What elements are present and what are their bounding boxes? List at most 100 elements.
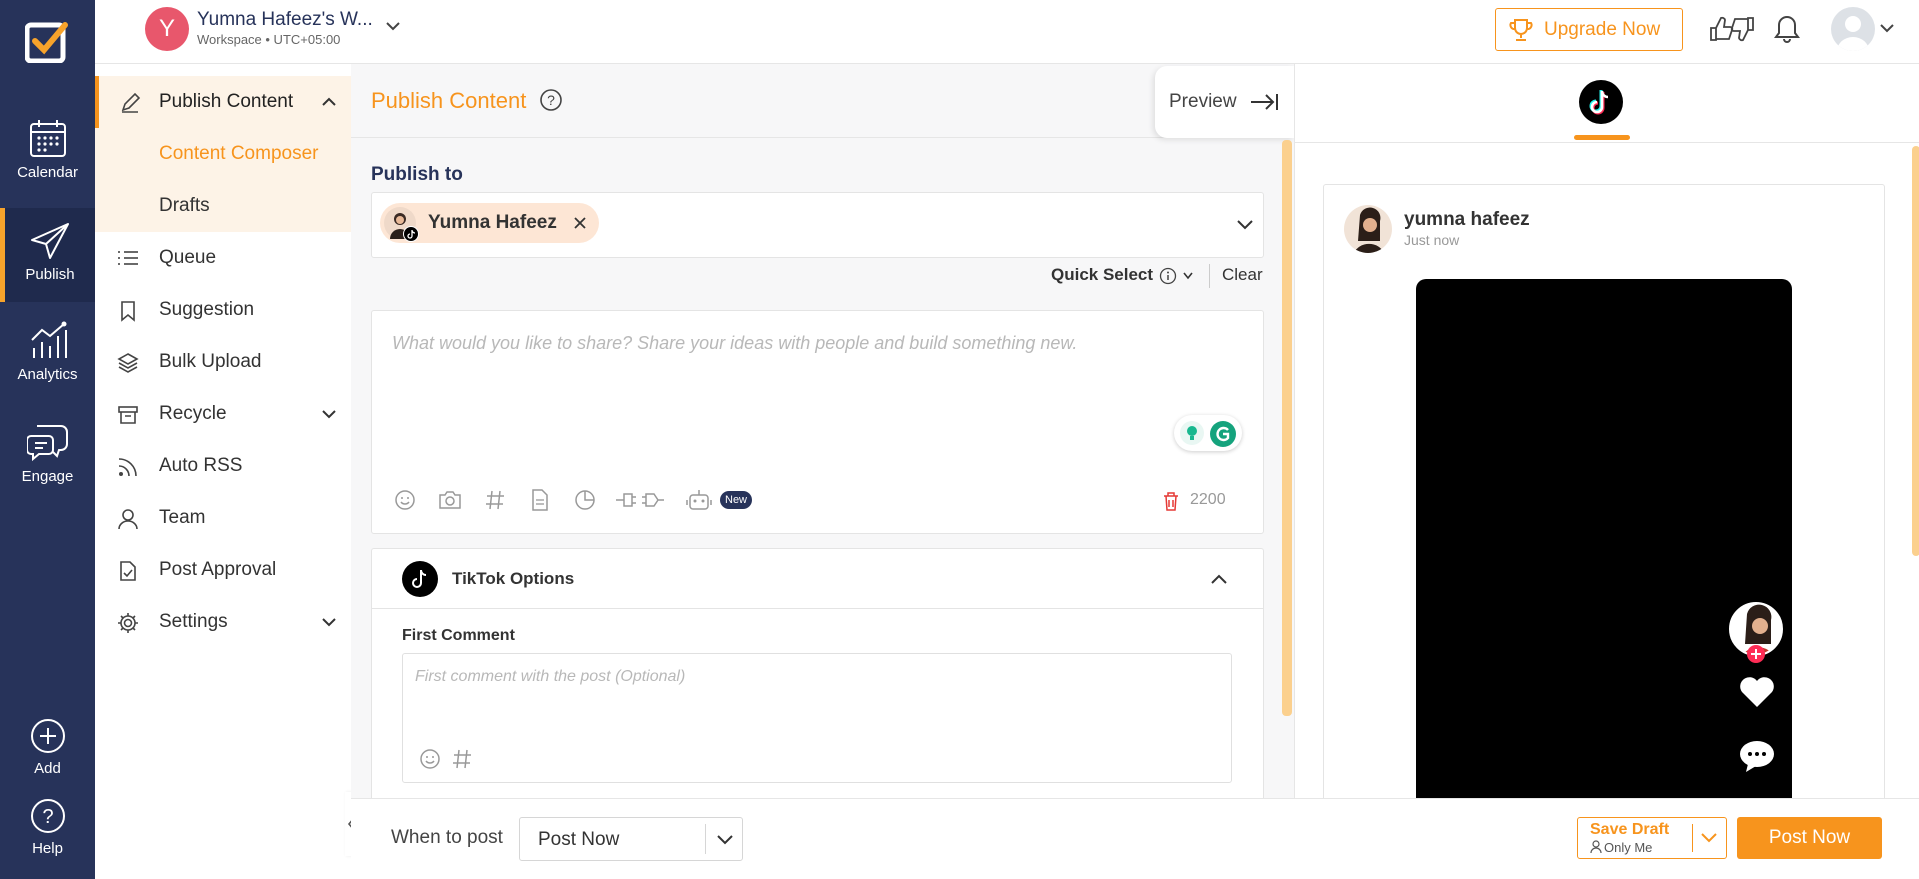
emoji-icon[interactable] [419,748,441,770]
avatar[interactable] [1831,7,1875,51]
publish-to-label: Publish to [371,164,463,185]
first-comment-placeholder[interactable]: First comment with the post (Optional) [415,668,685,686]
post-now-button[interactable]: Post Now [1737,817,1882,859]
when-to-post-label: When to post [391,827,503,848]
sidebar-item-content-composer[interactable]: Content Composer [95,128,351,180]
chevron-down-icon[interactable] [1182,271,1194,281]
first-comment-field[interactable]: First comment with the post (Optional) [402,653,1232,783]
sidebar-item-label: Content Composer [159,143,319,164]
sidebar-item-label: Recycle [159,403,227,424]
chevron-down-icon[interactable] [1879,22,1895,34]
sidebar-item-settings[interactable]: Settings [95,596,351,648]
plug-icon[interactable] [614,491,664,509]
trash-icon[interactable] [1162,491,1180,511]
tiktok-options-header[interactable]: TikTok Options [372,549,1263,609]
chevron-up-icon[interactable] [1210,573,1228,585]
quick-select-label[interactable]: Quick Select [1051,265,1153,285]
sidebar-item-suggestion[interactable]: Suggestion [95,284,351,336]
chevron-down-icon[interactable] [321,616,337,628]
heart-icon [1738,675,1776,709]
page-title: Publish Content [371,88,527,113]
preview-toggle-button[interactable]: Preview [1155,66,1294,138]
divider [705,824,706,854]
chevron-down-icon [716,834,734,846]
chat-icon [0,422,95,462]
hashtag-icon[interactable] [451,748,473,770]
divider [1692,824,1693,852]
app-logo[interactable] [25,21,69,63]
assistant-pill[interactable] [1174,415,1242,451]
lightbulb-icon[interactable] [1180,421,1204,445]
chevron-down-icon[interactable] [1236,219,1254,231]
robot-icon[interactable] [686,489,712,511]
pie-chart-icon[interactable] [574,489,596,511]
rail-item-analytics[interactable]: Analytics [0,320,95,383]
help-button[interactable]: ? Help [0,798,95,857]
sidebar-item-label: Drafts [159,195,210,216]
composer-panel: Publish Content ? Preview Publish to Yum… [351,64,1294,879]
feedback-thumbs-icon[interactable] [1707,14,1757,44]
save-draft-button[interactable]: Save Draft Only Me [1577,817,1727,859]
account-avatar [384,207,419,242]
camera-icon[interactable] [438,489,462,511]
chevron-down-icon[interactable] [385,20,401,32]
scrollbar[interactable] [1912,146,1919,556]
help-circle-icon[interactable]: ? [539,88,563,112]
emoji-icon[interactable] [394,489,416,511]
plus-circle-icon [0,718,95,754]
rail-label: Help [32,840,63,857]
sidebar-item-post-approval[interactable]: Post Approval [95,544,351,596]
svg-text:?: ? [547,92,555,108]
sidebar-item-label: Bulk Upload [159,351,262,372]
sidebar-item-recycle[interactable]: Recycle [95,388,351,440]
arrow-right-bar-icon [1249,92,1279,112]
workspace-avatar[interactable]: Y [145,7,189,51]
account-selector[interactable]: Yumna Hafeez [371,192,1264,258]
video-preview [1416,279,1792,805]
rail-item-engage[interactable]: Engage [0,422,95,485]
rail-item-publish[interactable]: Publish [0,208,95,302]
rail-item-calendar[interactable]: Calendar [0,118,95,181]
edit-icon [119,92,141,114]
bottom-bar: When to post Post Now Save Draft Only Me… [351,798,1919,879]
sidebar-item-publish-content[interactable]: Publish Content [95,76,351,128]
sidebar-item-label: Team [159,507,206,528]
document-icon[interactable] [530,489,550,511]
sidebar-item-auto-rss[interactable]: Auto RSS [95,440,351,492]
chevron-down-icon[interactable] [1700,832,1718,844]
workspace-subtitle: Workspace • UTC+05:00 [197,32,341,47]
grammarly-icon[interactable] [1210,421,1236,447]
trophy-icon [1508,17,1534,43]
info-icon[interactable] [1159,267,1177,285]
clear-button[interactable]: Clear [1222,265,1263,285]
calendar-icon [0,118,95,158]
upgrade-button[interactable]: Upgrade Now [1495,8,1683,51]
save-draft-visibility: Only Me [1604,840,1653,855]
tiktok-icon [403,226,419,242]
archive-icon [117,404,139,426]
divider [1295,142,1919,143]
chevron-down-icon[interactable] [321,408,337,420]
rail-label: Analytics [17,366,78,383]
sidebar-item-queue[interactable]: Queue [95,232,351,284]
scrollbar[interactable] [1282,140,1292,716]
post-editor[interactable]: What would you like to share? Share your… [371,310,1264,534]
sidebar-item-team[interactable]: Team [95,492,351,544]
question-circle-icon: ? [0,798,95,834]
editor-placeholder[interactable]: What would you like to share? Share your… [392,333,1077,354]
workspace-name[interactable]: Yumna Hafeez's W... [197,9,373,31]
close-icon[interactable] [573,216,587,230]
account-chip[interactable]: Yumna Hafeez [380,203,599,243]
bell-icon[interactable] [1773,14,1801,44]
hashtag-icon[interactable] [484,489,506,511]
rail-label: Add [34,760,61,777]
sidebar-item-label: Settings [159,611,228,632]
add-button[interactable]: Add [0,718,95,777]
sidebar-item-bulk-upload[interactable]: Bulk Upload [95,336,351,388]
first-comment-label: First Comment [402,627,515,644]
chevron-up-icon[interactable] [321,96,337,108]
svg-text:?: ? [42,806,53,828]
tiktok-tab[interactable] [1579,80,1623,124]
sidebar-item-drafts[interactable]: Drafts [95,180,351,232]
when-to-post-select[interactable]: Post Now [519,817,743,861]
